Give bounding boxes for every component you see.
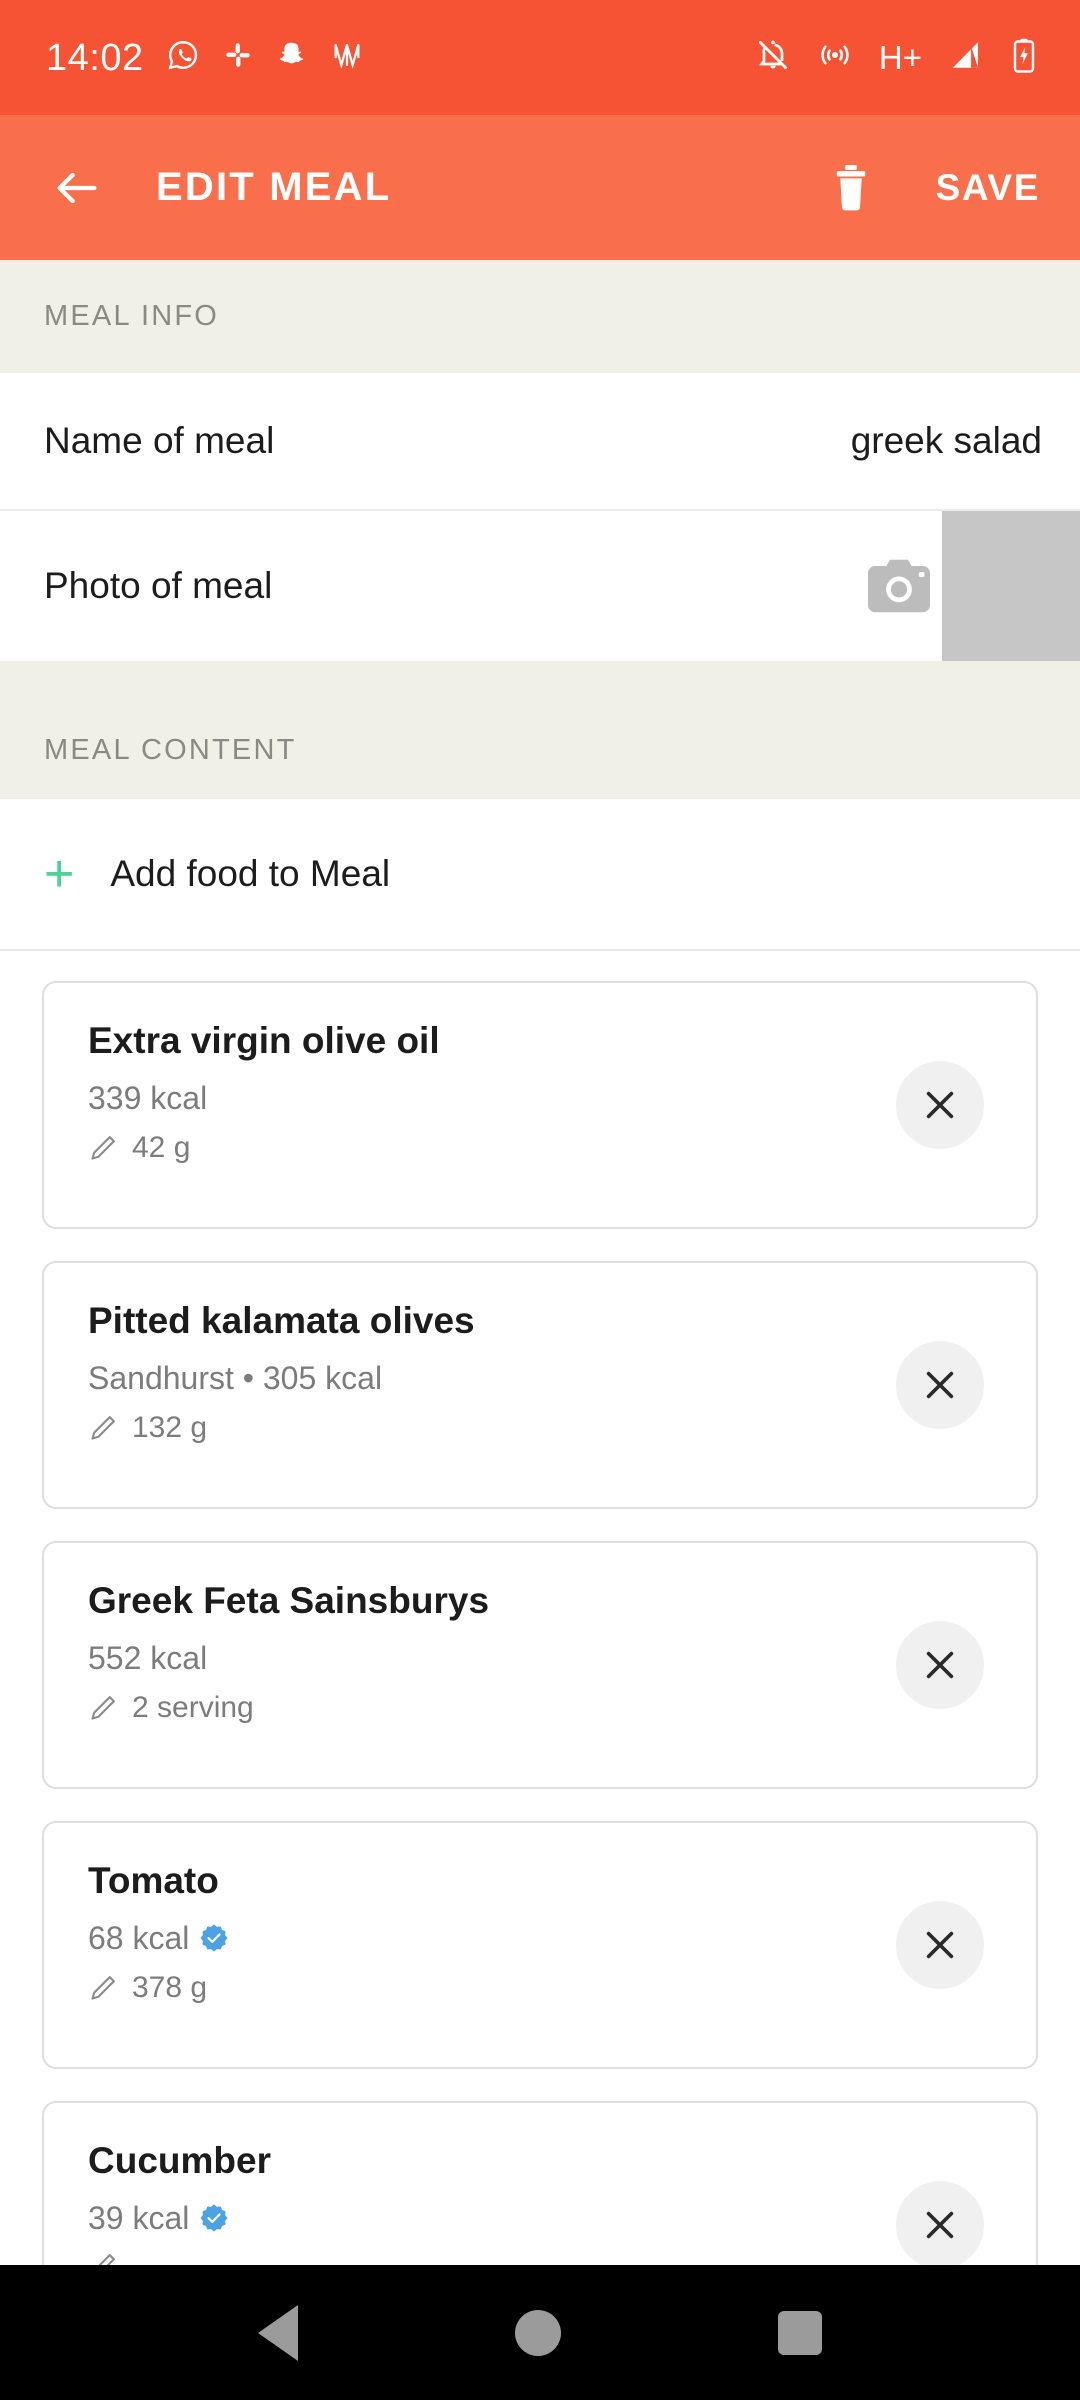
save-button[interactable]: SAVE: [936, 167, 1040, 209]
food-subtitle-text: 339 kcal: [88, 1079, 208, 1116]
pencil-icon: [91, 1695, 115, 1720]
meal-name-label: Name of meal: [44, 420, 275, 461]
food-subtitle: Sandhurst • 305 kcal: [88, 1360, 1036, 1397]
close-icon: [926, 1371, 954, 1399]
food-card[interactable]: Pitted kalamata olives Sandhurst • 305 k…: [42, 1261, 1038, 1509]
android-nav-bar: [0, 2265, 1080, 2400]
battery-charging-icon: [1010, 37, 1038, 78]
meal-info-section-header: MEAL INFO: [0, 260, 1080, 373]
back-arrow-icon: [57, 172, 97, 203]
status-bar: 14:02 H+: [0, 0, 1080, 115]
network-label: H+: [878, 38, 922, 76]
trash-icon: [836, 164, 865, 210]
signal-icon: [948, 37, 984, 78]
nav-home-icon[interactable]: [514, 2309, 561, 2356]
food-quantity-row[interactable]: 378 g: [88, 1971, 1036, 2005]
meal-photo-label: Photo of meal: [44, 565, 273, 606]
food-subtitle: 68 kcal: [88, 1920, 1036, 1957]
food-card[interactable]: Tomato 68 kcal 378 g: [42, 1821, 1038, 2069]
delete-meal-button[interactable]: [816, 153, 886, 223]
food-subtitle-text: 552 kcal: [88, 1639, 208, 1676]
food-quantity: 42 g: [132, 1130, 191, 1164]
food-subtitle: 39 kcal: [88, 2200, 1036, 2237]
food-name: Cucumber: [88, 2140, 271, 2181]
food-card[interactable]: Extra virgin olive oil 339 kcal 42 g: [42, 981, 1038, 1229]
w-app-icon: [330, 38, 364, 77]
plus-icon: +: [44, 845, 75, 903]
food-subtitle: 552 kcal: [88, 1640, 1036, 1677]
food-name: Pitted kalamata olives: [88, 1300, 475, 1341]
close-icon: [926, 2211, 954, 2239]
nav-recents-icon[interactable]: [777, 2310, 822, 2355]
food-name: Greek Feta Sainsburys: [88, 1580, 490, 1621]
nav-back-icon[interactable]: [258, 2304, 299, 2361]
remove-food-button[interactable]: [896, 1621, 984, 1709]
pencil-icon: [91, 1975, 115, 2000]
pencil-icon: [91, 1415, 115, 1440]
food-quantity: 378 g: [132, 1970, 208, 2004]
food-name: Extra virgin olive oil: [88, 1020, 440, 1061]
camera-icon: [868, 559, 930, 613]
network-hplus-icon: H+: [879, 39, 922, 77]
status-bar-left: 14:02: [46, 38, 364, 77]
food-quantity: 132 g: [132, 1410, 208, 1444]
remove-food-button[interactable]: [896, 1901, 984, 1989]
food-subtitle-text: Sandhurst • 305 kcal: [88, 1359, 383, 1396]
close-icon: [926, 1091, 954, 1119]
close-icon: [926, 1651, 954, 1679]
food-quantity-row[interactable]: 42 g: [88, 1131, 1036, 1165]
pencil-icon: [91, 1135, 115, 1160]
remove-food-button[interactable]: [896, 2181, 984, 2269]
food-quantity: 2 serving: [132, 1690, 254, 1724]
app-bar: EDIT MEAL SAVE: [0, 115, 1080, 260]
whatsapp-icon: [166, 38, 200, 77]
food-name: Tomato: [88, 1860, 219, 1901]
page-title: EDIT MEAL: [156, 165, 392, 209]
close-icon: [926, 1931, 954, 1959]
edit-meal-screen: 14:02 H+ EDIT MEAL SAVE MEAL INFO Name o…: [0, 0, 1080, 2400]
camera-button[interactable]: [868, 559, 930, 613]
food-quantity-row[interactable]: 132 g: [88, 1411, 1036, 1445]
meal-name-row[interactable]: Name of meal greek salad: [0, 373, 1080, 509]
verified-badge-icon: [199, 1923, 229, 1953]
meal-photo-thumbnail[interactable]: [942, 511, 1080, 661]
status-bar-right: H+: [755, 37, 1038, 78]
verified-badge-icon: [199, 2203, 229, 2233]
remove-food-button[interactable]: [896, 1341, 984, 1429]
food-subtitle: 339 kcal: [88, 1080, 1036, 1117]
add-food-button[interactable]: + Add food to Meal: [0, 799, 1080, 949]
snapchat-icon: [276, 39, 308, 76]
meal-name-value[interactable]: greek salad: [851, 420, 1042, 462]
food-quantity-row[interactable]: 2 serving: [88, 1691, 1036, 1725]
food-subtitle-text: 68 kcal: [88, 1919, 190, 1956]
slack-icon: [222, 39, 254, 76]
meal-content-section-header: MEAL CONTENT: [0, 661, 1080, 799]
food-card[interactable]: Greek Feta Sainsburys 552 kcal 2 serving: [42, 1541, 1038, 1789]
hotspot-icon: [817, 37, 853, 78]
add-food-label: Add food to Meal: [110, 853, 391, 894]
meal-photo-row[interactable]: Photo of meal: [0, 511, 1080, 661]
food-list: Extra virgin olive oil 339 kcal 42 g Pit…: [0, 951, 1080, 2349]
back-button[interactable]: [44, 155, 110, 221]
notifications-muted-icon: [755, 37, 791, 78]
remove-food-button[interactable]: [896, 1061, 984, 1149]
status-time: 14:02: [46, 36, 144, 79]
food-subtitle-text: 39 kcal: [88, 2199, 190, 2236]
